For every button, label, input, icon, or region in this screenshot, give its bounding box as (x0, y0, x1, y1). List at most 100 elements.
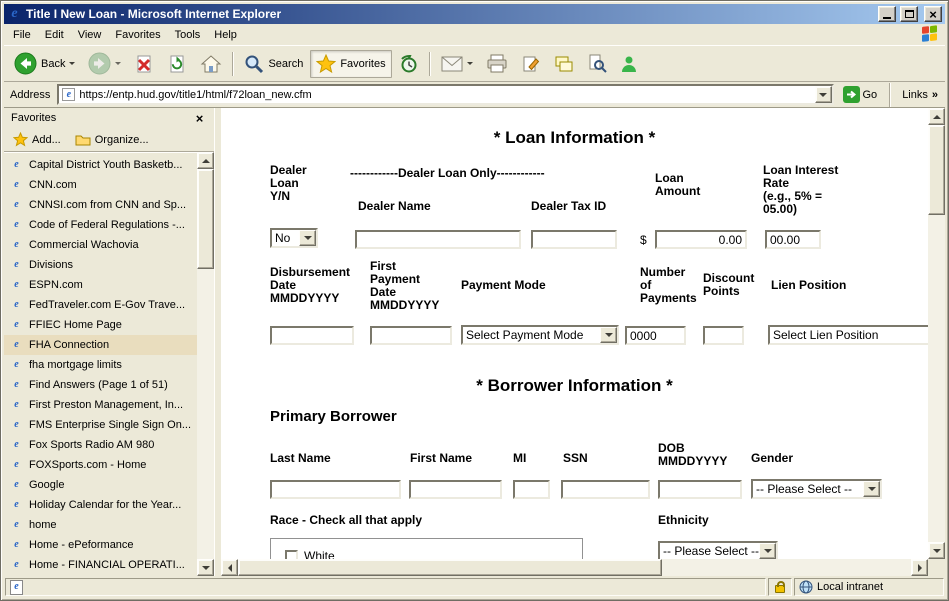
discuss-button[interactable] (548, 51, 580, 77)
address-url[interactable]: https://entp.hud.gov/title1/html/f72loan… (79, 89, 810, 101)
address-dropdown-button[interactable] (815, 86, 832, 103)
menu-item[interactable]: Help (207, 26, 244, 44)
favorite-item[interactable]: Code of Federal Regulations -... (4, 215, 197, 235)
dealer-name-input[interactable] (355, 230, 521, 249)
disbursement-date-input[interactable] (270, 326, 354, 345)
gender-select-arrow[interactable] (863, 481, 880, 497)
window-title: Title I New Loan - Microsoft Internet Ex… (26, 7, 874, 21)
race-white-checkbox[interactable] (285, 550, 298, 560)
page-scroll-left-button[interactable] (221, 559, 238, 576)
page-vscroll-track[interactable] (928, 125, 945, 542)
favorites-scrollbar[interactable] (197, 152, 214, 576)
favorite-item[interactable]: Divisions (4, 255, 197, 275)
close-button[interactable] (924, 6, 942, 22)
page-vertical-scrollbar[interactable] (928, 108, 945, 559)
edit-button[interactable] (515, 51, 547, 77)
favorite-item[interactable]: Commercial Wachovia (4, 235, 197, 255)
favorite-item[interactable]: Fox Sports Radio AM 980 (4, 435, 197, 455)
payment-mode-select-arrow[interactable] (600, 327, 617, 343)
favorite-item[interactable]: FedTraveler.com E-Gov Trave... (4, 295, 197, 315)
page-scroll-up-button[interactable] (928, 108, 945, 125)
favorite-item[interactable]: Home - FINANCIAL OPERATI... (4, 555, 197, 575)
research-button[interactable] (581, 50, 613, 77)
dealer-loan-select[interactable]: No (270, 228, 318, 248)
favorite-item[interactable]: CNN.com (4, 175, 197, 195)
menu-item[interactable]: File (6, 26, 38, 44)
ie-favicon (9, 438, 24, 453)
favorites-scroll-up-button[interactable] (197, 152, 214, 169)
favorite-item[interactable]: home (4, 515, 197, 535)
page-scroll-down-button[interactable] (928, 542, 945, 559)
favorite-item[interactable]: First Preston Management, In... (4, 395, 197, 415)
menu-item[interactable]: View (71, 26, 109, 44)
refresh-button[interactable] (161, 50, 193, 78)
dob-input[interactable] (658, 480, 742, 499)
back-button[interactable]: Back (8, 48, 81, 79)
sidebar-splitter[interactable] (214, 108, 221, 576)
mi-input[interactable] (513, 480, 550, 499)
page-scroll-right-button[interactable] (911, 559, 928, 576)
favorites-scroll-track[interactable] (197, 169, 214, 559)
favorites-organize-button[interactable]: Organize... (72, 131, 152, 148)
links-chevron-icon[interactable]: » (932, 89, 938, 101)
menu-item[interactable]: Tools (168, 26, 208, 44)
favorite-item[interactable]: FMS Enterprise Single Sign On... (4, 415, 197, 435)
dealer-tax-id-input[interactable] (531, 230, 617, 249)
favorite-item[interactable]: fha mortgage limits (4, 355, 197, 375)
last-name-input[interactable] (270, 480, 401, 499)
page-hscroll-thumb[interactable] (238, 559, 662, 576)
page-hscroll-track[interactable] (238, 559, 911, 576)
favorites-add-button[interactable]: Add... (10, 130, 64, 149)
first-name-input[interactable] (409, 480, 502, 499)
favorite-item-label: Divisions (29, 259, 73, 271)
mail-button[interactable] (435, 52, 479, 76)
favorite-item[interactable]: ESPN.com (4, 275, 197, 295)
favorite-item[interactable]: Find Answers (Page 1 of 51) (4, 375, 197, 395)
stop-button[interactable] (128, 50, 160, 78)
ethnicity-select[interactable]: -- Please Select -- (658, 541, 778, 559)
print-button[interactable] (480, 50, 514, 77)
back-dropdown-icon[interactable] (69, 62, 75, 65)
favorite-item[interactable]: Capital District Youth Basketb... (4, 155, 197, 175)
number-of-payments-input[interactable] (625, 326, 686, 345)
home-button[interactable] (194, 50, 228, 78)
history-button[interactable] (393, 50, 425, 78)
mail-dropdown-icon[interactable] (467, 62, 473, 65)
forward-dropdown-icon[interactable] (115, 62, 121, 65)
messenger-button[interactable] (614, 51, 644, 77)
favorite-item[interactable]: FFIEC Home Page (4, 315, 197, 335)
lien-position-select[interactable]: Select Lien Position (768, 325, 928, 345)
search-button[interactable]: Search (238, 50, 309, 78)
favorite-item[interactable]: Home - ePeformance (4, 535, 197, 555)
page-horizontal-scrollbar[interactable] (221, 559, 928, 576)
favorites-scroll-thumb[interactable] (197, 169, 214, 269)
maximize-button[interactable] (900, 6, 918, 22)
favorite-item[interactable]: CNNSI.com from CNN and Sp... (4, 195, 197, 215)
discount-points-input[interactable] (703, 326, 744, 345)
address-combo[interactable]: https://entp.hud.gov/title1/html/f72loan… (57, 84, 833, 105)
dealer-loan-only-header: ------------Dealer Loan Only------------ (350, 167, 545, 180)
favorite-item[interactable]: Google (4, 475, 197, 495)
loan-amount-input[interactable] (655, 230, 747, 249)
dealer-loan-select-arrow[interactable] (299, 230, 316, 246)
ssn-input[interactable] (561, 480, 650, 499)
loan-interest-input[interactable] (765, 230, 821, 249)
menu-item[interactable]: Edit (38, 26, 71, 44)
favorites-scroll-down-button[interactable] (197, 559, 214, 576)
favorite-item[interactable]: Holiday Calendar for the Year... (4, 495, 197, 515)
payment-mode-select[interactable]: Select Payment Mode (461, 325, 619, 345)
loan-interest-label: Loan Interest Rate (e.g., 5% = 05.00) (763, 164, 838, 216)
links-button[interactable]: Links » (899, 89, 941, 101)
favorite-item[interactable]: FHA Connection (4, 335, 197, 355)
menu-item[interactable]: Favorites (108, 26, 167, 44)
gender-select[interactable]: -- Please Select -- (751, 479, 882, 499)
favorite-item[interactable]: FOXSports.com - Home (4, 455, 197, 475)
go-button[interactable]: Go (839, 84, 882, 105)
forward-button[interactable] (82, 48, 127, 79)
favorites-button[interactable]: Favorites (310, 50, 391, 78)
page-vscroll-thumb[interactable] (928, 125, 945, 215)
minimize-button[interactable] (878, 6, 896, 22)
favorites-close-icon[interactable] (192, 111, 207, 126)
first-payment-date-input[interactable] (370, 326, 452, 345)
ethnicity-select-arrow[interactable] (759, 543, 776, 559)
